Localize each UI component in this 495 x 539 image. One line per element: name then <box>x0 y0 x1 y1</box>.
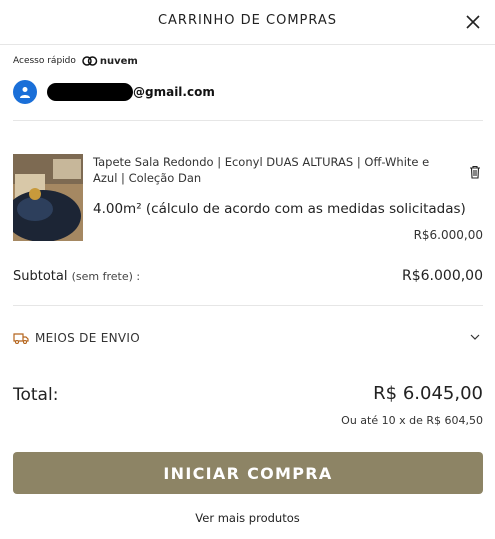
checkout-button[interactable]: INICIAR COMPRA <box>13 452 483 494</box>
total-label: Total: <box>13 385 59 405</box>
product-measure: 4.00m² (cálculo de acordo com as medidas… <box>93 201 466 217</box>
close-icon[interactable] <box>463 12 483 32</box>
product-price: R$6.000,00 <box>413 228 483 242</box>
user-icon <box>20 87 30 98</box>
product-image[interactable] <box>13 154 83 241</box>
quick-access: Acesso rápido nuvem <box>13 55 138 67</box>
cloud-icon <box>82 56 98 66</box>
shipping-label: MEIOS DE ENVIO <box>35 331 140 345</box>
nuvem-logo: nuvem <box>82 55 138 67</box>
cart-title: CARRINHO DE COMPRAS <box>157 13 338 28</box>
trash-icon[interactable] <box>469 165 481 179</box>
truck-icon <box>13 333 29 344</box>
quick-access-label: Acesso rápido <box>13 56 76 66</box>
divider <box>13 305 483 306</box>
total-value: R$ 6.045,00 <box>373 383 483 404</box>
subtotal-note: (sem frete) : <box>71 270 141 283</box>
subtotal-label: Subtotal (sem frete) : <box>13 269 140 284</box>
email-suffix: @gmail.com <box>133 85 215 99</box>
redacted-email <box>47 83 133 101</box>
product-name[interactable]: Tapete Sala Redondo | Econyl DUAS ALTURA… <box>93 154 438 186</box>
nuvem-brand: nuvem <box>99 55 138 67</box>
chevron-down-icon[interactable] <box>469 331 481 343</box>
cart-header: CARRINHO DE COMPRAS <box>0 0 495 45</box>
installments: Ou até 10 x de R$ 604,50 <box>341 414 483 427</box>
account-row[interactable]: @gmail.com <box>13 80 215 104</box>
see-more-link[interactable]: Ver mais produtos <box>0 511 495 525</box>
subtotal-text: Subtotal <box>13 269 68 284</box>
avatar <box>13 80 37 104</box>
subtotal-value: R$6.000,00 <box>402 268 483 284</box>
shipping-toggle[interactable]: MEIOS DE ENVIO <box>13 331 140 345</box>
divider <box>13 120 483 121</box>
